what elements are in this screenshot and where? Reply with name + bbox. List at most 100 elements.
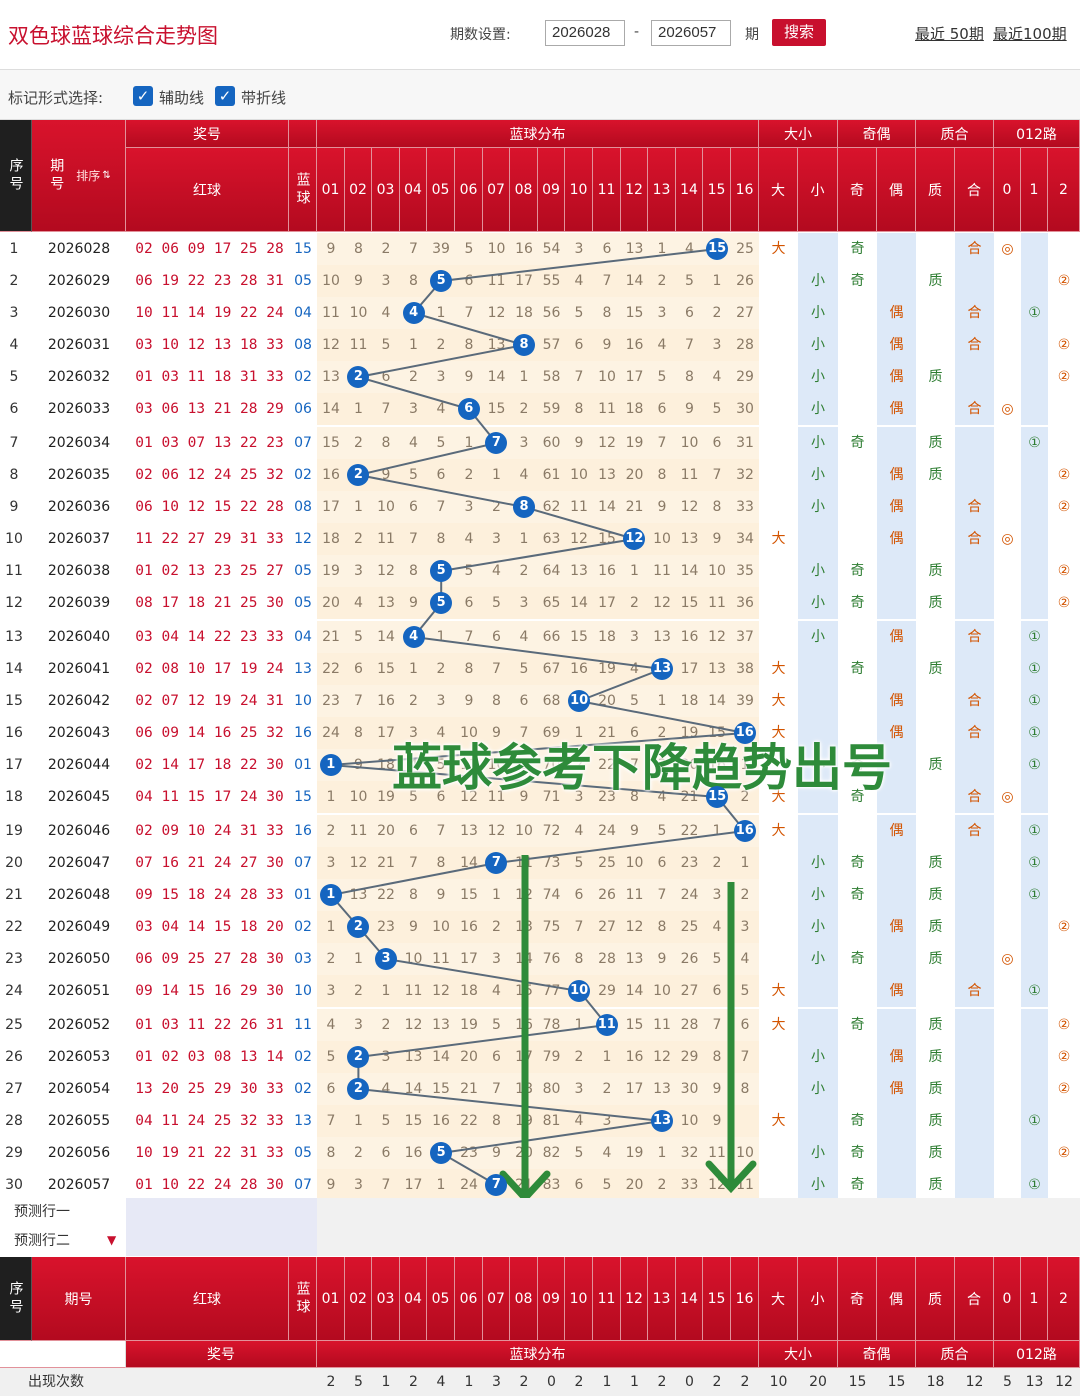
miss-value: 2	[657, 1177, 667, 1193]
parity-value: 奇	[850, 887, 865, 903]
road-value: ◎	[1001, 531, 1014, 547]
miss-value: 18	[515, 1081, 533, 1097]
miss-value: 2	[326, 823, 336, 839]
miss-value: 7	[712, 1017, 722, 1033]
table-row: 24 2026051 09 14 15 16 29 30 10 3 2 1 11 12 18 4 15…	[0, 975, 1080, 1007]
miss-value: 10	[708, 563, 726, 579]
miss-value: 10	[322, 273, 340, 289]
period-to-input[interactable]: 2026057	[651, 20, 731, 46]
size-value: 小	[811, 305, 825, 321]
miss-value: 14	[487, 369, 506, 385]
miss-value: 1	[519, 531, 529, 547]
miss-value: 8	[574, 951, 584, 967]
row-blue-ball: 06	[294, 401, 312, 417]
search-button[interactable]: 搜索	[772, 19, 826, 46]
header-parity-col: 偶	[877, 148, 916, 232]
miss-value: 11	[570, 499, 588, 515]
footer-num: 01	[317, 1257, 345, 1341]
row-stats-shade	[877, 1169, 916, 1201]
row-stats-shade	[955, 1137, 994, 1169]
miss-value: 11	[322, 305, 340, 321]
blue-ball-marker: 3	[375, 948, 397, 970]
option-bar: 标记形式选择: ✓ 辅助线 ✓ 带折线	[0, 70, 1080, 120]
miss-value: 9	[574, 435, 584, 451]
row-red-balls: 04 11 24 25 32 33	[135, 1113, 284, 1129]
row-red-balls: 08 17 18 21 25 30	[135, 595, 284, 611]
miss-value: 18	[515, 305, 533, 321]
recent-50-link[interactable]: 最近 50期	[915, 23, 984, 44]
miss-value: 4	[381, 305, 391, 321]
primecomp-value: 合	[967, 693, 982, 709]
footer-road-col: 0	[994, 1257, 1021, 1341]
size-value: 大	[771, 1113, 786, 1129]
primecomp-value: 合	[967, 531, 982, 547]
predict-row[interactable]: 预测行一	[0, 1198, 1080, 1227]
miss-value: 32	[736, 467, 754, 483]
row-seq: 18	[5, 789, 23, 805]
miss-value: 17	[460, 951, 478, 967]
table-row: 11 2026038 01 02 13 23 25 27 05 19 3 12 8 5 4 2 64 1…	[0, 555, 1080, 587]
miss-value: 8	[409, 887, 418, 903]
road-value: ②	[1057, 1049, 1071, 1065]
count-value: 20	[809, 1374, 827, 1390]
miss-value: 7	[574, 369, 584, 385]
miss-value: 22	[377, 887, 395, 903]
footer-road-col: 1	[1021, 1257, 1048, 1341]
miss-value: 16	[598, 563, 616, 579]
miss-value: 12	[570, 531, 588, 547]
miss-value: 20	[625, 1177, 644, 1193]
miss-value: 13	[653, 629, 671, 645]
miss-value: 1	[630, 563, 639, 579]
header-award-tail	[289, 120, 317, 148]
primecomp-value: 合	[967, 305, 982, 321]
miss-value: 3	[712, 887, 722, 903]
miss-value: 2	[354, 983, 363, 999]
miss-value: 6	[740, 1017, 750, 1033]
miss-value: 10	[736, 1145, 754, 1161]
miss-value: 1	[381, 983, 391, 999]
footer-num: 08	[510, 1257, 538, 1341]
sort-button[interactable]: 排序	[76, 169, 100, 183]
primecomp-value: 质	[928, 855, 943, 871]
miss-value: 13	[377, 595, 395, 611]
miss-value: 19	[322, 563, 340, 579]
recent-100-link[interactable]: 最近100期	[993, 23, 1067, 44]
row-red-balls: 10 19 21 22 31 33	[135, 1145, 284, 1161]
count-value: 12	[1055, 1374, 1073, 1390]
miss-value: 19	[515, 1113, 533, 1129]
miss-value: 18	[598, 629, 616, 645]
miss-value: 13	[349, 887, 368, 903]
road-value: ①	[1028, 661, 1041, 677]
predict-row[interactable]: 预测行二 ▼	[0, 1227, 1080, 1256]
row-stats-shade	[955, 1009, 994, 1041]
miss-value: 37	[736, 629, 754, 645]
row-stats-shade	[955, 555, 994, 587]
miss-value: 9	[381, 467, 391, 483]
row-blue-ball: 13	[294, 661, 312, 677]
miss-value: 2	[381, 1017, 391, 1033]
road-value: ①	[1028, 757, 1041, 773]
miss-value: 2	[409, 369, 418, 385]
miss-value: 4	[574, 823, 584, 839]
miss-value: 13	[487, 337, 506, 353]
aux-line-checkbox[interactable]: ✓	[133, 86, 153, 106]
period-from-input[interactable]: 2026028	[545, 20, 625, 46]
miss-value: 10	[653, 983, 671, 999]
period-dash: -	[634, 24, 640, 40]
fold-line-checkbox[interactable]: ✓	[215, 86, 235, 106]
miss-value: 5	[657, 823, 667, 839]
miss-value: 4	[519, 629, 529, 645]
count-value: 13	[1025, 1374, 1044, 1390]
blue-ball-marker: 6	[457, 398, 480, 420]
miss-value: 3	[574, 1081, 584, 1097]
row-stats-shade	[1021, 459, 1048, 491]
road-value: ②	[1057, 369, 1071, 385]
row-red-balls: 06 09 14 16 25 32	[135, 725, 284, 741]
miss-value: 6	[712, 983, 722, 999]
miss-value: 12	[404, 1017, 423, 1033]
row-blue-ball: 13	[294, 1113, 312, 1129]
footer-seq: 序号	[0, 1257, 32, 1341]
miss-value: 6	[381, 1145, 391, 1161]
miss-value: 16	[570, 661, 588, 677]
parity-value: 奇	[850, 855, 865, 871]
